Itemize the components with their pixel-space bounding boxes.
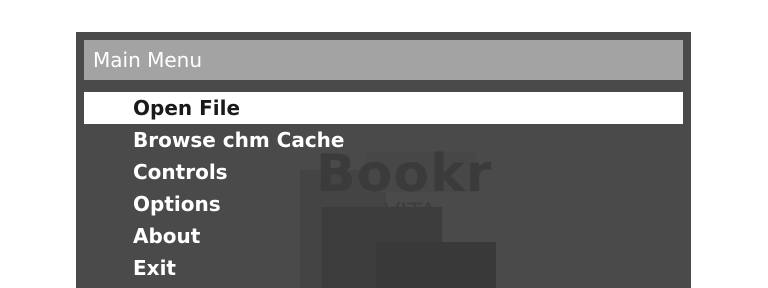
menu-item-open-file[interactable]: Open File — [84, 92, 683, 124]
menu-item-options[interactable]: Options — [84, 188, 683, 220]
menu-item-controls[interactable]: Controls — [84, 156, 683, 188]
menu-item-exit[interactable]: Exit — [84, 252, 683, 284]
menu-item-browse-chm-cache[interactable]: Browse chm Cache — [84, 124, 683, 156]
menu-list: Open File Browse chm Cache Controls Opti… — [84, 92, 683, 284]
menu-item-about[interactable]: About — [84, 220, 683, 252]
main-menu-window: Bookr pspVITA Main Menu Open File Browse… — [76, 32, 691, 288]
menu-title-bar: Main Menu — [84, 40, 683, 80]
